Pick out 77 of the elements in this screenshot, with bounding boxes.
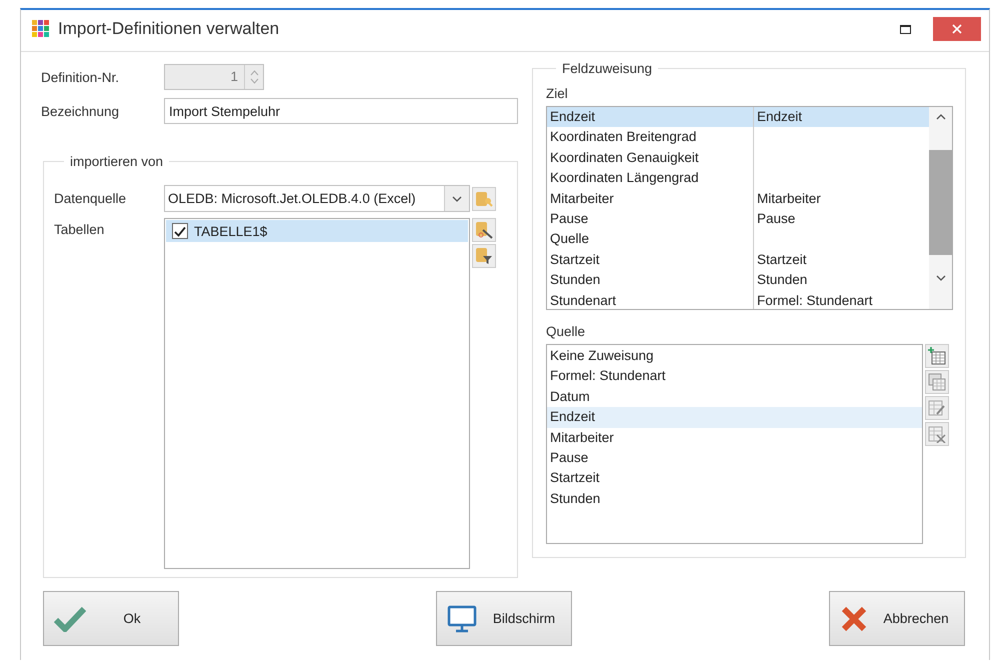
- cross-icon: [840, 604, 868, 632]
- database-filter-icon: [475, 247, 493, 265]
- table-copy-icon: [928, 373, 946, 391]
- close-icon: [952, 24, 962, 34]
- copy-field-button[interactable]: [925, 370, 949, 394]
- target-cell: Mitarbeiter: [547, 188, 754, 209]
- spin-arrows-icon: [250, 69, 258, 85]
- target-cell: Quelle: [547, 229, 754, 250]
- source-item[interactable]: Datum: [547, 386, 922, 408]
- field-label: Definition-Nr.: [41, 70, 120, 84]
- mapping-row[interactable]: Startzeit Startzeit: [547, 250, 929, 270]
- mapping-row[interactable]: Endzeit Endzeit: [547, 107, 929, 128]
- scrollbar[interactable]: [929, 107, 952, 309]
- close-button[interactable]: [933, 17, 981, 41]
- group-title: importieren von: [69, 154, 164, 169]
- screen-button[interactable]: Bildschirm: [436, 591, 572, 646]
- table-item[interactable]: TABELLE1$: [166, 220, 468, 242]
- data-source-dropdown[interactable]: OLEDB: Microsoft.Jet.OLEDB.4.0 (Excel): [164, 185, 470, 212]
- source-item[interactable]: Pause: [547, 448, 922, 468]
- database-tool-icon: [475, 221, 493, 239]
- scroll-up-icon: [936, 113, 946, 120]
- target-cell: Pause: [547, 208, 754, 230]
- list-label: Ziel: [546, 86, 569, 101]
- edit-field-button[interactable]: [925, 396, 949, 420]
- table-edit-button[interactable]: [472, 218, 496, 242]
- source-cell-text: Mitarbeiter: [756, 190, 822, 208]
- scroll-down-icon: [936, 275, 946, 282]
- field-label: Tabellen: [54, 221, 106, 237]
- source-cell-text: Endzeit: [756, 108, 804, 126]
- mapping-row[interactable]: Quelle: [547, 229, 929, 250]
- target-cell: Endzeit: [547, 107, 754, 128]
- target-cell: Koordinaten Breitengrad: [547, 127, 754, 148]
- mapping-row[interactable]: Koordinaten Genauigkeit: [547, 148, 929, 168]
- target-cell: Koordinaten Längengrad: [547, 168, 754, 189]
- target-cell: Stunden: [547, 270, 754, 291]
- group-title: Feldzuweisung: [561, 61, 654, 76]
- source-item[interactable]: Endzeit: [547, 407, 922, 428]
- source-cell-text: Pause: [756, 210, 796, 228]
- checkmark-icon: [54, 606, 86, 632]
- delete-field-button[interactable]: [925, 422, 949, 446]
- target-cell: Koordinaten Genauigkeit: [547, 148, 754, 168]
- add-field-button[interactable]: [925, 344, 949, 368]
- source-item[interactable]: Keine Zuweisung: [547, 346, 922, 366]
- source-cell-text: Startzeit: [756, 250, 808, 269]
- checkbox[interactable]: [172, 223, 188, 239]
- mapping-row[interactable]: Pause Pause: [547, 208, 929, 230]
- mapping-row[interactable]: Stunden Stunden: [547, 270, 929, 291]
- filter-button[interactable]: [472, 244, 496, 268]
- connection-button[interactable]: [472, 186, 496, 210]
- name-field[interactable]: Import Stempeluhr: [164, 98, 518, 124]
- mapping-row[interactable]: Koordinaten Längengrad: [547, 168, 929, 189]
- caret-icon: [452, 196, 462, 202]
- list-label: Quelle: [546, 324, 586, 339]
- field-label: Datenquelle: [54, 191, 128, 206]
- table-delete-icon: [928, 425, 946, 443]
- window-title: Import-Definitionen verwalten: [58, 19, 280, 39]
- ok-button[interactable]: Ok: [43, 591, 179, 646]
- cancel-button[interactable]: Abbrechen: [829, 591, 965, 646]
- mapping-row[interactable]: Stundenart Formel: Stundenart: [547, 290, 929, 309]
- monitor-icon: [447, 604, 477, 632]
- target-cell: Startzeit: [547, 250, 754, 270]
- source-cell-text: Stunden: [756, 271, 808, 290]
- mapping-row[interactable]: Koordinaten Breitengrad: [547, 127, 929, 148]
- source-item[interactable]: Formel: Stundenart: [547, 366, 922, 387]
- source-item[interactable]: Startzeit: [547, 468, 922, 489]
- source-item[interactable]: Mitarbeiter: [547, 428, 922, 448]
- color-grid-icon: [32, 20, 50, 38]
- scroll-thumb[interactable]: [929, 150, 952, 255]
- table-add-icon: [928, 347, 946, 365]
- maximize-icon: [900, 24, 910, 34]
- source-cell-text: Formel: Stundenart: [756, 292, 874, 309]
- table-edit-icon: [928, 399, 946, 417]
- source-item[interactable]: Stunden: [547, 488, 922, 510]
- field-label: Bezeichnung: [41, 104, 120, 118]
- target-cell: Stundenart: [547, 290, 754, 309]
- mapping-row[interactable]: Mitarbeiter Mitarbeiter: [547, 188, 929, 209]
- database-key-icon: [475, 190, 493, 208]
